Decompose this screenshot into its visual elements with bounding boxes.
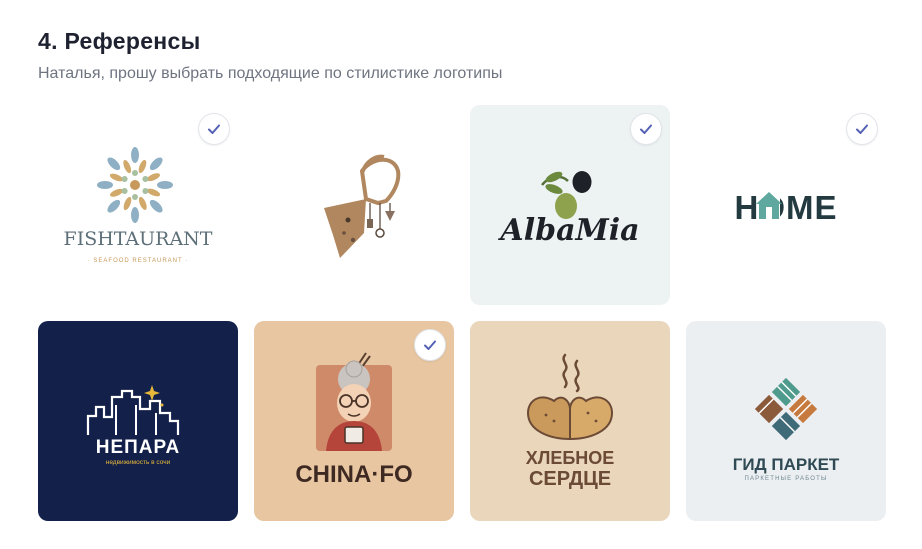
albamia-name: AlbaMia [497, 213, 639, 248]
section-title: 4. Референсы [38, 28, 201, 54]
khlebnoe-line2: СЕРДЦЕ [529, 468, 611, 490]
nepara-tagline: недвижимость в сочи [106, 459, 171, 466]
fishtaurant-tagline: · SEAFOOD RESTAURANT · [88, 258, 188, 264]
khlebnoe-serdtse-logo: ХЛЕБНОЕ СЕРДЦЕ [526, 353, 615, 490]
nepara-name: НЕПАРА [96, 437, 181, 458]
reference-card-gid-parket[interactable]: ГИД ПАРКЕТ ПАРКЕТНЫЕ РАБОТЫ [686, 321, 886, 521]
selected-check-icon[interactable] [630, 113, 662, 145]
deer-logo [324, 154, 401, 258]
home-name: HOME [735, 189, 838, 226]
selected-check-icon[interactable] [846, 113, 878, 145]
gid-parket-name: ГИД ПАРКЕТ [733, 455, 840, 474]
fishtaurant-name: FISHTAURANT [64, 228, 213, 250]
reference-card-home[interactable]: HOME [686, 105, 886, 305]
reference-card-chinafo[interactable]: CHINA·FO [254, 321, 454, 521]
selected-check-icon[interactable] [414, 329, 446, 361]
reference-card-nepara[interactable]: НЕПАРА недвижимость в сочи [38, 321, 238, 521]
gid-parket-logo: ГИД ПАРКЕТ ПАРКЕТНЫЕ РАБОТЫ [733, 377, 840, 482]
khlebnoe-line1: ХЛЕБНОЕ [526, 448, 615, 468]
reference-card-albamia[interactable]: AlbaMia [470, 105, 670, 305]
reference-grid: FISHTAURANT · SEAFOOD RESTAURANT · AlbaM… [38, 105, 886, 521]
chinafo-name: CHINA·FO [295, 461, 412, 488]
section-subtitle: Наталья, прошу выбрать подходящие по сти… [38, 65, 503, 82]
nepara-logo: НЕПАРА недвижимость в сочи [86, 385, 181, 466]
reference-card-khlebnoe-serdtse[interactable]: ХЛЕБНОЕ СЕРДЦЕ [470, 321, 670, 521]
reference-card-deer[interactable] [254, 105, 454, 305]
reference-card-fishtaurant[interactable]: FISHTAURANT · SEAFOOD RESTAURANT · [38, 105, 238, 305]
gid-parket-tagline: ПАРКЕТНЫЕ РАБОТЫ [744, 476, 827, 482]
selected-check-icon[interactable] [198, 113, 230, 145]
